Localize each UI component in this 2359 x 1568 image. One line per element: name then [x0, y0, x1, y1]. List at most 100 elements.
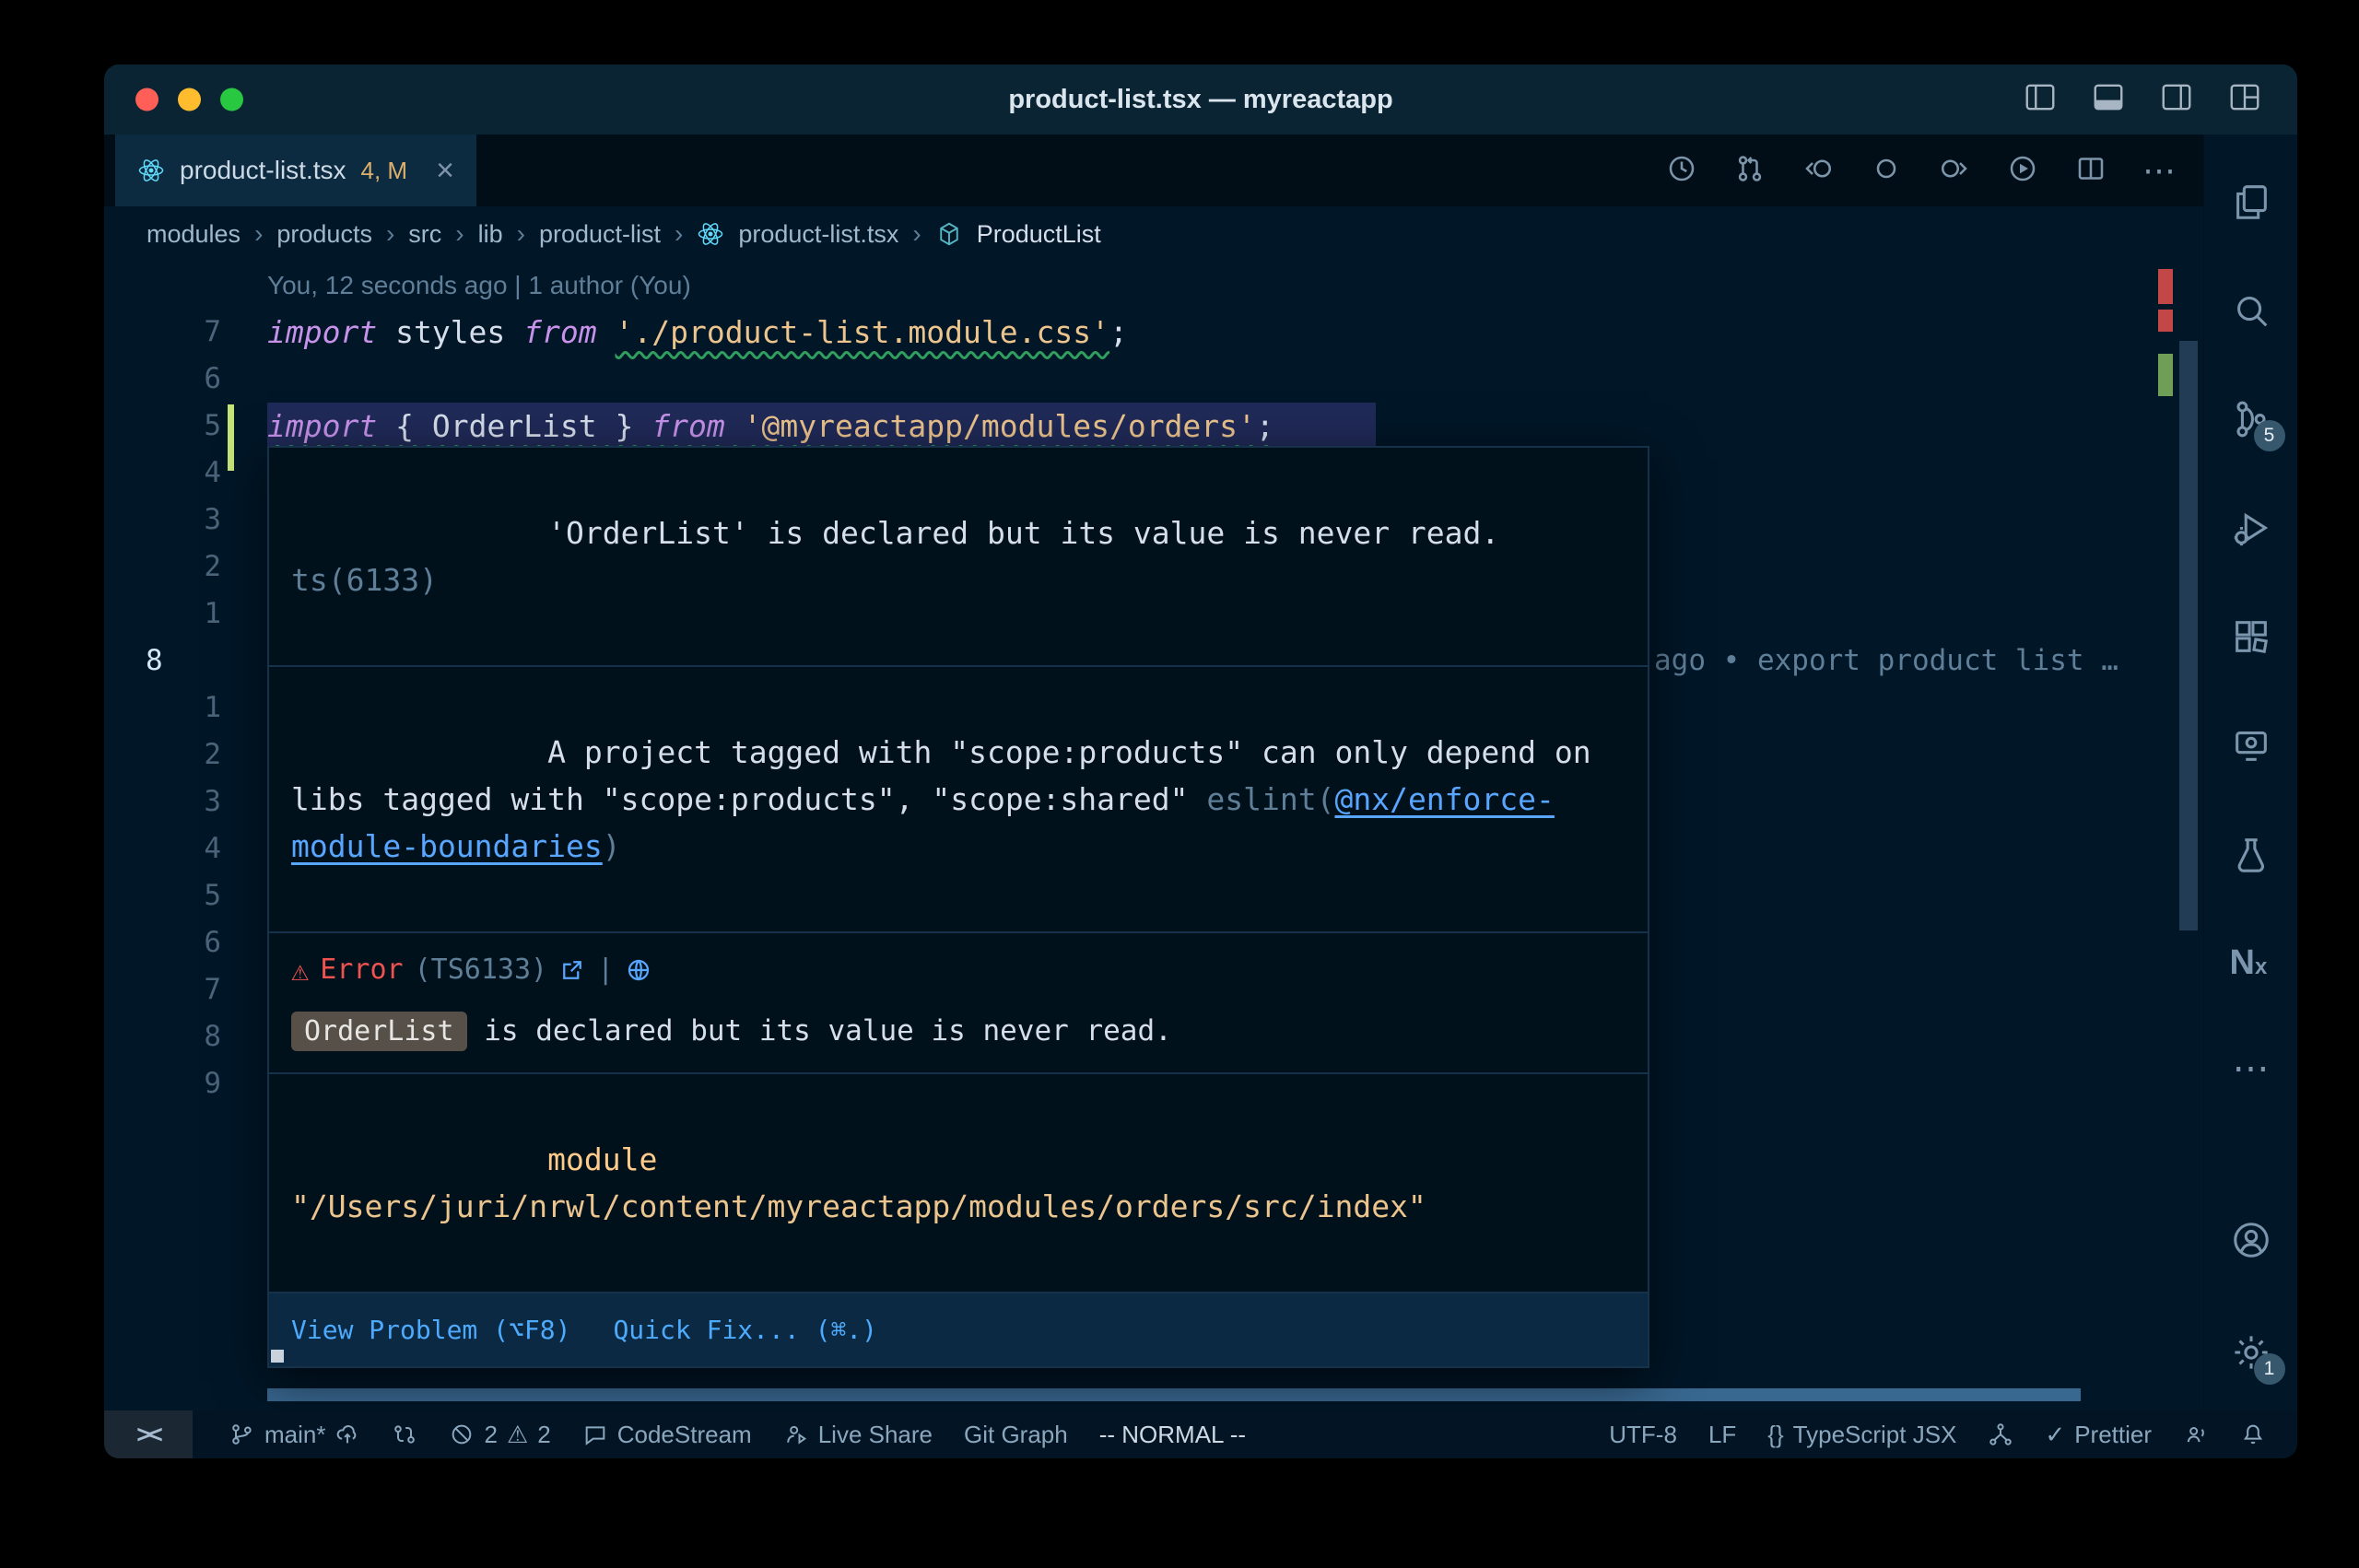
hover-resize-handle[interactable] [271, 1350, 284, 1363]
extensions-icon[interactable] [2230, 615, 2272, 658]
breadcrumb-src[interactable]: src [408, 220, 441, 249]
bell-icon [2240, 1422, 2266, 1447]
pull-request-icon[interactable] [1733, 152, 1766, 190]
horizontal-scrollbar[interactable] [267, 1388, 2081, 1401]
prettier-label: Prettier [2074, 1421, 2152, 1449]
line-number: 6 [104, 919, 237, 966]
settings-gear-icon[interactable]: 1 [2230, 1331, 2272, 1374]
run-file-icon[interactable] [2006, 152, 2039, 190]
breadcrumb-file[interactable]: product-list.tsx [738, 220, 898, 249]
testing-flask-icon[interactable] [2230, 833, 2272, 875]
error-detail-text: is declared but its value is never read. [467, 1014, 1172, 1047]
code-line[interactable]: 6 [104, 356, 2203, 403]
layout-controls [2023, 80, 2262, 120]
line-number: 3 [104, 778, 237, 825]
breadcrumb-products[interactable]: products [276, 220, 372, 249]
breadcrumb: modules › products › src › lib › product… [104, 206, 2203, 262]
cloud-upload-icon [334, 1422, 360, 1447]
notifications-status[interactable] [2240, 1422, 2266, 1447]
compare-status[interactable] [392, 1422, 417, 1447]
quick-fix-link[interactable]: Quick Fix... (⌘.) [613, 1306, 877, 1353]
codelens-blame-header[interactable]: You, 12 seconds ago | 1 author (You) [104, 262, 2203, 309]
breadcrumb-separator: › [455, 219, 464, 249]
tab-label: product-list.tsx [180, 156, 346, 185]
accounts-icon[interactable] [2230, 1219, 2272, 1261]
next-change-icon[interactable] [1938, 152, 1971, 190]
problems-status[interactable]: 2 ⚠ 2 [449, 1421, 550, 1449]
symbol-cube-icon [935, 220, 963, 248]
globe-icon[interactable] [625, 956, 652, 984]
hub-icon [1988, 1422, 2013, 1447]
breadcrumb-product-list[interactable]: product-list [539, 220, 661, 249]
additional-views-icon[interactable]: ⋯ [2230, 1050, 2272, 1093]
toggle-secondary-sidebar-icon[interactable] [2159, 80, 2194, 120]
history-icon[interactable] [1665, 152, 1698, 190]
nx-console-icon[interactable]: Nx [2230, 942, 2272, 984]
traffic-lights [135, 88, 243, 111]
toggle-sidebar-icon[interactable] [2023, 80, 2058, 120]
codestream-status[interactable]: CodeStream [582, 1421, 752, 1449]
feedback-status[interactable] [2183, 1422, 2209, 1447]
feedback-icon [2183, 1422, 2209, 1447]
more-actions-icon[interactable]: ⋯ [2142, 154, 2176, 187]
titlebar: product-list.tsx — myreactapp [104, 64, 2297, 135]
breadcrumb-modules[interactable]: modules [147, 220, 241, 249]
language-status[interactable]: {} TypeScript JSX [1767, 1421, 1956, 1449]
status-right: UTF-8 LF {} TypeScript JSX ✓ Prettier [1609, 1410, 2297, 1458]
breadcrumb-separator: › [517, 219, 525, 249]
eol-status[interactable]: LF [1708, 1421, 1736, 1449]
tab-close-icon[interactable]: × [436, 155, 454, 186]
open-external-icon[interactable] [558, 956, 586, 984]
prettier-status[interactable]: ✓ Prettier [2045, 1421, 2152, 1449]
settings-badge: 1 [2254, 1353, 2285, 1385]
hover-ts-diagnostic: 'OrderList' is declared but its value is… [269, 448, 1648, 665]
run-debug-icon[interactable] [2230, 507, 2272, 549]
hover-problem-widget: 'OrderList' is declared but its value is… [267, 446, 1649, 1368]
code-line[interactable]: 5import { OrderList } from '@myreactapp/… [104, 403, 2203, 450]
close-window-button[interactable] [135, 88, 158, 111]
overview-change-mark [2158, 354, 2173, 396]
codestream-label: CodeStream [617, 1421, 752, 1449]
remote-explorer-icon[interactable] [2230, 724, 2272, 766]
prev-change-icon[interactable] [1802, 152, 1835, 190]
customize-layout-icon[interactable] [2227, 80, 2262, 120]
hub-status[interactable] [1988, 1422, 2013, 1447]
remote-glyph: >< [136, 1421, 160, 1449]
view-problem-link[interactable]: View Problem (⌥F8) [291, 1306, 570, 1353]
minimize-window-button[interactable] [178, 88, 201, 111]
hover-error-block: ⚠ Error (TS6133) | OrderList is declared… [269, 931, 1648, 1072]
branch-status[interactable]: main* [229, 1421, 360, 1449]
encoding-status[interactable]: UTF-8 [1609, 1421, 1677, 1449]
branch-icon [229, 1422, 255, 1447]
codestream-icon [582, 1422, 608, 1447]
line-number: 4 [104, 825, 237, 872]
remote-indicator[interactable]: >< [104, 1410, 193, 1458]
warning-icon: ⚠ [507, 1421, 528, 1449]
changes-icon[interactable] [1870, 152, 1903, 190]
split-editor-icon[interactable] [2074, 152, 2107, 190]
screen: product-list.tsx — myreactapp [0, 0, 2359, 1568]
search-icon[interactable] [2230, 289, 2272, 332]
warning-count: 2 [537, 1421, 550, 1449]
zoom-window-button[interactable] [220, 88, 243, 111]
toggle-panel-icon[interactable] [2091, 80, 2126, 120]
tab-product-list[interactable]: product-list.tsx 4, M × [115, 135, 476, 206]
code-line[interactable]: 7import styles from './product-list.modu… [104, 309, 2203, 356]
codelens-text[interactable]: You, 12 seconds ago | 1 author (You) [267, 262, 691, 309]
window-title: product-list.tsx — myreactapp [1008, 85, 1392, 115]
editor[interactable]: You, 12 seconds ago | 1 author (You) 7im… [104, 262, 2203, 1410]
main-area: product-list.tsx 4, M × ⋯ [104, 135, 2297, 1410]
live-share-status[interactable]: Live Share [783, 1421, 933, 1449]
line-number: 2 [104, 731, 237, 778]
vim-mode-status[interactable]: -- NORMAL -- [1099, 1421, 1246, 1449]
line-number: 5 [104, 403, 237, 450]
git-graph-status[interactable]: Git Graph [964, 1421, 1068, 1449]
source-control-graph-icon[interactable]: 5 [2230, 398, 2272, 440]
inline-blame: ago • export product list … [1654, 638, 2118, 685]
line-number: 8 [104, 1013, 237, 1060]
vertical-scrollbar[interactable] [2179, 341, 2198, 930]
breadcrumb-lib[interactable]: lib [478, 220, 503, 249]
line-number: 7 [104, 309, 237, 356]
breadcrumb-symbol[interactable]: ProductList [977, 220, 1101, 249]
explorer-icon[interactable] [2230, 181, 2272, 223]
